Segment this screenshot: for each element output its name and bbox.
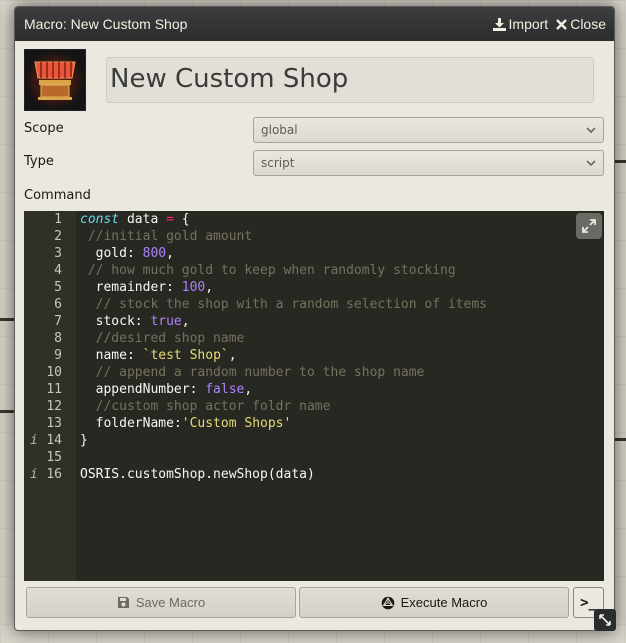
shop-stall-icon [25, 50, 85, 110]
type-select[interactable]: script [253, 150, 604, 176]
line-number: 5 [54, 280, 62, 295]
close-icon [556, 18, 568, 30]
type-label: Type [24, 154, 54, 169]
code-line[interactable]: 7 stock: true, [24, 313, 604, 330]
execute-macro-button[interactable]: Execute Macro [299, 587, 569, 618]
code-line[interactable]: 10 // append a random number to the shop… [24, 364, 604, 381]
code-line[interactable]: 8 //desired shop name [24, 330, 604, 347]
line-number: 6 [54, 297, 62, 312]
line-number: 13 [46, 416, 62, 431]
code-token: // how much gold to keep when randomly s… [80, 263, 456, 278]
line-number: 2 [54, 229, 62, 244]
code-line[interactable]: i 16 OSRIS.customShop.newShop(data) [24, 466, 604, 483]
code-token: = [166, 212, 174, 227]
download-icon [492, 17, 506, 31]
code-token: , [181, 314, 190, 329]
window-titlebar[interactable]: Macro: New Custom Shop Import Close [15, 7, 614, 41]
code-token: name: [80, 348, 143, 363]
code-token: , [205, 280, 214, 295]
code-line[interactable]: 1 const data = { [24, 211, 604, 228]
save-icon [117, 597, 129, 608]
import-label: Import [508, 16, 549, 32]
code-line[interactable]: 9 name: `test Shop`, [24, 347, 604, 364]
type-value: script [261, 156, 295, 170]
chevron-down-icon [586, 127, 596, 134]
terminal-icon: >_ [580, 594, 597, 611]
line-number: 7 [54, 314, 62, 329]
code-token: gold: [80, 246, 143, 261]
code-line[interactable]: i 14 } [24, 432, 604, 449]
code-token: // stock the shop with a random selectio… [80, 297, 487, 312]
line-number: 9 [54, 348, 62, 363]
resize-icon [599, 614, 611, 626]
code-token: remainder: [80, 280, 182, 295]
execute-macro-label: Execute Macro [400, 595, 488, 610]
code-token: const [80, 212, 120, 227]
line-number: 1 [54, 212, 62, 227]
code-token: , [244, 382, 253, 397]
code-token: true [150, 314, 182, 329]
macro-config-window: Macro: New Custom Shop Import Close New … [14, 6, 615, 631]
code-token: false [205, 382, 245, 397]
code-token: folderName: [80, 416, 182, 431]
code-token: //initial gold amount [80, 229, 253, 244]
close-button[interactable]: Close [556, 16, 606, 32]
code-token: `test Shop` [142, 348, 229, 363]
code-token: OSRIS.customShop.newShop(data) [80, 467, 315, 482]
line-number: 15 [46, 450, 62, 465]
resize-handle[interactable] [594, 609, 616, 631]
code-token: 800 [142, 246, 167, 261]
command-label: Command [24, 188, 91, 203]
command-editor[interactable]: 1 const data = { 2 //initial gold amount… [24, 211, 604, 581]
line-number: 12 [46, 399, 62, 414]
save-macro-button[interactable]: Save Macro [26, 587, 296, 618]
scope-label: Scope [24, 121, 64, 136]
save-macro-label: Save Macro [135, 595, 206, 610]
code-line[interactable]: 6 // stock the shop with a random select… [24, 296, 604, 313]
line-number: 14 [46, 433, 62, 448]
code-token: , [228, 348, 237, 363]
scope-select[interactable]: global [253, 117, 604, 143]
code-token: data [119, 212, 167, 227]
map-wall [0, 318, 14, 321]
map-wall [0, 410, 14, 413]
line-number: 11 [46, 382, 62, 397]
code-token: , [166, 246, 174, 261]
code-line[interactable]: 4 // how much gold to keep when randomly… [24, 262, 604, 279]
code-line[interactable]: 13 folderName:'Custom Shops' [24, 415, 604, 432]
line-number: 3 [54, 246, 62, 261]
dice-icon [381, 596, 394, 609]
import-button[interactable]: Import [492, 16, 549, 32]
chevron-down-icon [586, 160, 596, 167]
code-line[interactable]: 5 remainder: 100, [24, 279, 604, 296]
macro-image[interactable] [24, 49, 86, 111]
code-line[interactable]: 12 //custom shop actor foldr name [24, 398, 604, 415]
code-token: } [80, 433, 88, 448]
close-label: Close [570, 16, 606, 32]
macro-name-input[interactable]: New Custom Shop [106, 57, 594, 103]
line-number: 4 [54, 263, 62, 278]
window-title: Macro: New Custom Shop [24, 16, 188, 32]
line-number: 10 [46, 365, 62, 380]
code-token: 'Custom Shops' [181, 416, 292, 431]
code-line[interactable]: 3 gold: 800, [24, 245, 604, 262]
line-number: 8 [54, 331, 62, 346]
scope-value: global [261, 123, 298, 137]
code-line[interactable]: 2 //initial gold amount [24, 228, 604, 245]
code-token: //custom shop actor foldr name [80, 399, 331, 414]
code-token: appendNumber: [80, 382, 206, 397]
line-number: 16 [46, 467, 62, 482]
code-token: stock: [80, 314, 151, 329]
fullscreen-button[interactable] [576, 213, 602, 239]
code-token: { [173, 212, 190, 227]
expand-icon [582, 219, 596, 233]
code-line[interactable]: 15 [24, 449, 604, 466]
code-token: // append a random number to the shop na… [80, 365, 425, 380]
code-token: 100 [181, 280, 206, 295]
code-line[interactable]: 11 appendNumber: false, [24, 381, 604, 398]
code-token: //desired shop name [80, 331, 245, 346]
